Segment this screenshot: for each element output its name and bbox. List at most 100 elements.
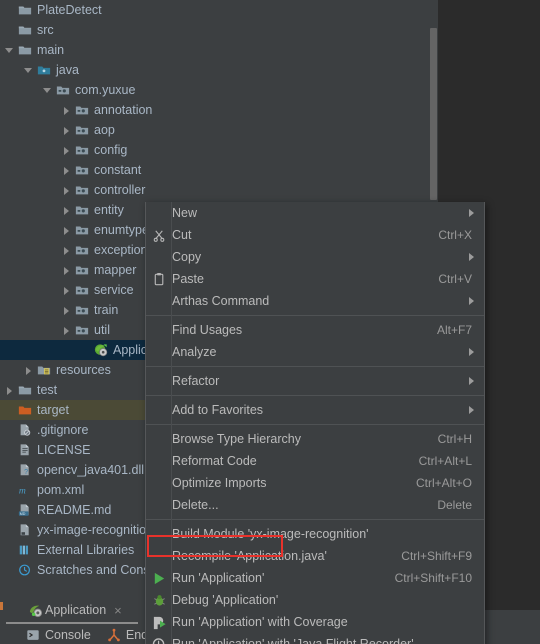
- menu-item-new[interactable]: New: [146, 202, 484, 224]
- menu-item-label: Copy: [172, 250, 202, 264]
- menu-item-copy[interactable]: Copy: [146, 246, 484, 268]
- tree-item-label: resources: [56, 363, 111, 377]
- menu-item-add-to-favorites[interactable]: Add to Favorites: [146, 399, 484, 421]
- menu-item-recompile-application-java[interactable]: Recompile 'Application.java' Ctrl+Shift+F…: [146, 545, 484, 567]
- menu-item-build-module-yx-image-recognition[interactable]: Build Module 'yx-image-recognition': [146, 523, 484, 545]
- chevron-right-icon[interactable]: [4, 385, 15, 396]
- chevron-right-icon[interactable]: [61, 325, 72, 336]
- tree-item-java[interactable]: java: [0, 60, 429, 80]
- chevron-right-icon[interactable]: [61, 285, 72, 296]
- menu-separator: [146, 424, 484, 425]
- menu-item-find-usages[interactable]: Find Usages Alt+F7: [146, 319, 484, 341]
- ide-window: PlateDetect src main java com.yuxue annotatio…: [0, 0, 540, 644]
- menu-item-refactor[interactable]: Refactor: [146, 370, 484, 392]
- spring-class-icon: [94, 343, 108, 357]
- menu-item-browse-type-hierarchy[interactable]: Browse Type Hierarchy Ctrl+H: [146, 428, 484, 450]
- menu-icon-placeholder: [146, 472, 172, 494]
- package-icon: [75, 243, 89, 257]
- chevron-right-icon[interactable]: [61, 205, 72, 216]
- submenu-arrow-icon: [469, 406, 484, 414]
- package-icon: [75, 143, 89, 157]
- endpoints-icon: [107, 628, 121, 642]
- menu-item-shortcut: Ctrl+Alt+L: [418, 454, 472, 468]
- tree-item-label: opencv_java401.dll: [37, 463, 145, 477]
- tree-item-constant[interactable]: constant: [0, 160, 429, 180]
- tree-item-platedetect[interactable]: PlateDetect: [0, 0, 429, 20]
- chevron-right-icon[interactable]: [61, 165, 72, 176]
- tree-item-aop[interactable]: aop: [0, 120, 429, 140]
- chevron-right-icon[interactable]: [23, 365, 34, 376]
- submenu-arrow-icon: [469, 348, 484, 356]
- package-icon: [75, 263, 89, 277]
- tree-item-com-yuxue[interactable]: com.yuxue: [0, 80, 429, 100]
- menu-item-debug-application[interactable]: Debug 'Application': [146, 589, 484, 611]
- libraries-icon: [18, 543, 32, 557]
- chevron-down-icon[interactable]: [23, 65, 34, 76]
- menu-item-run-application-with-coverage[interactable]: Run 'Application' with Coverage: [146, 611, 484, 633]
- tree-item-main[interactable]: main: [0, 40, 429, 60]
- chevron-right-icon[interactable]: [61, 125, 72, 136]
- menu-item-label: Debug 'Application': [172, 593, 279, 607]
- menu-icon-placeholder: [146, 428, 172, 450]
- run-toolbar-console[interactable]: Console: [26, 628, 91, 642]
- close-icon[interactable]: ×: [114, 603, 122, 618]
- run-tab-application[interactable]: Application ×: [6, 598, 138, 624]
- menu-item-delete[interactable]: Delete... Delete: [146, 494, 484, 516]
- chevron-right-icon[interactable]: [61, 305, 72, 316]
- menu-item-run-application-with-java-flight-recorder[interactable]: Run 'Application' with 'Java Flight Reco…: [146, 633, 484, 644]
- package-icon: [75, 183, 89, 197]
- menu-item-label: New: [172, 206, 198, 220]
- menu-item-shortcut: Ctrl+Alt+O: [415, 476, 472, 490]
- chevron-right-icon[interactable]: [61, 225, 72, 236]
- menu-item-label: Optimize Imports: [172, 476, 267, 490]
- chevron-right-icon[interactable]: [61, 265, 72, 276]
- chevron-right-icon[interactable]: [61, 105, 72, 116]
- menu-item-shortcut: Delete: [437, 498, 472, 512]
- menu-item-run-application[interactable]: Run 'Application' Ctrl+Shift+F10: [146, 567, 484, 589]
- chevron-right-icon[interactable]: [61, 145, 72, 156]
- chevron-right-icon[interactable]: [61, 185, 72, 196]
- tree-item-controller[interactable]: controller: [0, 180, 429, 200]
- menu-icon-placeholder: [146, 399, 172, 421]
- tree-item-src[interactable]: src: [0, 20, 429, 40]
- tree-item-label: aop: [94, 123, 115, 137]
- tree-item-config[interactable]: config: [0, 140, 429, 160]
- menu-item-label: Build Module 'yx-image-recognition': [172, 527, 369, 541]
- chevron-down-icon[interactable]: [4, 45, 15, 56]
- menu-separator: [146, 519, 484, 520]
- tree-item-label: controller: [94, 183, 146, 197]
- chevron-right-icon[interactable]: [61, 245, 72, 256]
- menu-item-reformat-code[interactable]: Reformat Code Ctrl+Alt+L: [146, 450, 484, 472]
- folder-grey-icon: [18, 23, 32, 37]
- menu-item-label: Recompile 'Application.java': [172, 549, 327, 563]
- tree-item-label: main: [37, 43, 65, 57]
- tree-item-label: exception: [94, 243, 148, 257]
- folder-orange-icon: [18, 403, 32, 417]
- menu-item-cut[interactable]: Cut Ctrl+X: [146, 224, 484, 246]
- package-icon: [75, 163, 89, 177]
- scrollbar-thumb[interactable]: [430, 28, 437, 200]
- menu-item-arthas-command[interactable]: Arthas Command: [146, 290, 484, 312]
- menu-item-paste[interactable]: Paste Ctrl+V: [146, 268, 484, 290]
- menu-item-label: Browse Type Hierarchy: [172, 432, 301, 446]
- menu-item-optimize-imports[interactable]: Optimize Imports Ctrl+Alt+O: [146, 472, 484, 494]
- tree-item-annotation[interactable]: annotation: [0, 100, 429, 120]
- tree-item-label: pom.xml: [37, 483, 85, 497]
- submenu-arrow-icon: [469, 253, 484, 261]
- menu-icon-placeholder: [146, 202, 172, 224]
- debug-icon: [146, 589, 172, 611]
- tree-item-label: entity: [94, 203, 124, 217]
- menu-item-analyze[interactable]: Analyze: [146, 341, 484, 363]
- menu-item-label: Refactor: [172, 374, 220, 388]
- menu-icon-placeholder: [146, 341, 172, 363]
- menu-separator: [146, 315, 484, 316]
- context-menu[interactable]: New Cut Ctrl+X Copy Paste Ctrl+V Arthas Comman…: [145, 202, 485, 644]
- chevron-down-icon[interactable]: [42, 85, 53, 96]
- tool-window-marker: [0, 602, 3, 610]
